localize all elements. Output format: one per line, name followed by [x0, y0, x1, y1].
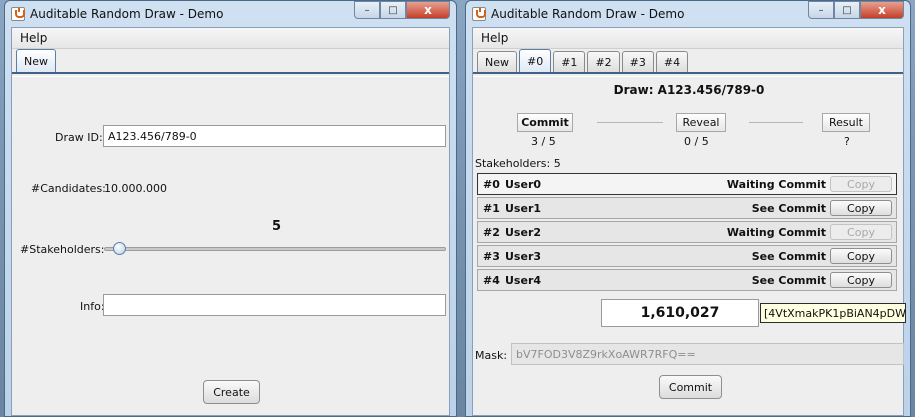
stage-connector	[749, 122, 803, 123]
menu-help[interactable]: Help	[477, 31, 512, 45]
copy-button[interactable]: Copy	[830, 200, 892, 216]
mask-field: bV7FOD3V8Z9rkXoAWR7RFQ==	[511, 343, 904, 365]
stakeholder-index: #2	[483, 225, 500, 239]
close-button[interactable]: x	[406, 1, 450, 19]
stakeholders-slider-thumb[interactable]	[113, 242, 126, 255]
window-content: Help New #0 #1 #2 #3 #4 Draw: A123.456/7…	[472, 27, 906, 416]
info-input[interactable]	[103, 294, 446, 316]
stakeholder-row[interactable]: #4 User4 See Commit Copy	[477, 269, 897, 291]
stakeholder-status: Waiting Commit	[726, 177, 826, 191]
stakeholder-row[interactable]: #0 User0 Waiting Commit Copy	[477, 173, 897, 195]
copy-button[interactable]: Copy	[830, 272, 892, 288]
menu-bar: Help	[473, 28, 903, 49]
stage-commit: Commit	[517, 113, 573, 132]
stakeholder-name: User1	[505, 201, 542, 215]
stakeholders-label: #Stakeholders:	[20, 243, 105, 256]
draw-window: Auditable Random Draw - Demo – □ x Help …	[465, 0, 911, 417]
minimize-button[interactable]: –	[808, 1, 834, 19]
mask-label: Mask:	[475, 349, 508, 362]
commit-tooltip: [4VtXmakPK1pBiAN4pDW7Pj	[760, 303, 906, 323]
stakeholder-row[interactable]: #2 User2 Waiting Commit Copy	[477, 221, 897, 243]
window-content: Help New Draw ID: A123.456/789-0 #Candid…	[11, 27, 450, 416]
maximize-button[interactable]: □	[834, 1, 860, 19]
tab-3[interactable]: #3	[621, 51, 654, 72]
tab-4[interactable]: #4	[655, 51, 689, 72]
candidates-label: #Candidates:	[31, 182, 106, 195]
stakeholder-index: #3	[483, 249, 500, 263]
tab-1[interactable]: #1	[553, 51, 586, 72]
menu-bar: Help	[12, 28, 449, 49]
java-icon	[472, 7, 486, 21]
stakeholder-status: See Commit	[751, 249, 826, 263]
window-title: Auditable Random Draw - Demo	[30, 7, 224, 21]
stakeholder-index: #1	[483, 201, 500, 215]
stakeholder-row[interactable]: #1 User1 See Commit Copy	[477, 197, 897, 219]
tab-0[interactable]: #0	[519, 49, 552, 72]
tab-new[interactable]: New	[16, 49, 56, 72]
reveal-count: 0 / 5	[684, 135, 709, 148]
result-count: ?	[844, 135, 850, 148]
commit-button[interactable]: Commit	[659, 375, 722, 399]
menu-help[interactable]: Help	[16, 31, 51, 45]
tab-bar: New	[12, 49, 449, 74]
tab-2[interactable]: #2	[587, 51, 620, 72]
stakeholder-name: User3	[505, 249, 542, 263]
draw-number-field[interactable]: 1,610,027	[601, 299, 759, 327]
info-label: Info:	[80, 300, 105, 313]
stakeholder-index: #0	[483, 177, 500, 191]
copy-button[interactable]: Copy	[830, 248, 892, 264]
maximize-button[interactable]: □	[380, 1, 406, 19]
stage-connector	[597, 122, 663, 123]
candidates-value: 10.000.000	[104, 182, 167, 195]
stakeholder-name: User4	[505, 273, 542, 287]
stakeholder-row[interactable]: #3 User3 See Commit Copy	[477, 245, 897, 267]
stakeholder-status: See Commit	[751, 273, 826, 287]
tab-new[interactable]: New	[477, 51, 517, 72]
copy-button[interactable]: Copy	[830, 176, 892, 192]
draw-panel: Draw: A123.456/789-0 Commit Reveal Resul…	[473, 76, 906, 415]
create-button[interactable]: Create	[203, 380, 260, 404]
new-draw-window: Auditable Random Draw - Demo – □ x Help …	[4, 0, 457, 417]
stakeholder-status: See Commit	[751, 201, 826, 215]
stakeholder-list: #0 User0 Waiting Commit Copy #1 User1 Se…	[477, 173, 901, 294]
draw-id-input[interactable]: A123.456/789-0	[103, 125, 446, 147]
commit-count: 3 / 5	[531, 135, 556, 148]
tab-bar: New #0 #1 #2 #3 #4	[473, 49, 903, 74]
copy-button[interactable]: Copy	[830, 224, 892, 240]
stakeholder-index: #4	[483, 273, 500, 287]
stakeholders-slider-track[interactable]	[104, 247, 446, 251]
new-draw-panel: Draw ID: A123.456/789-0 #Candidates: 10.…	[12, 76, 449, 415]
stage-reveal: Reveal	[676, 113, 726, 132]
minimize-button[interactable]: –	[354, 1, 380, 19]
stakeholders-value: 5	[272, 219, 282, 234]
stakeholders-label: Stakeholders: 5	[475, 157, 561, 170]
stage-result: Result	[822, 113, 870, 132]
stakeholder-name: User2	[505, 225, 542, 239]
stakeholder-name: User0	[505, 177, 542, 191]
close-button[interactable]: x	[860, 1, 904, 19]
java-icon	[11, 7, 25, 21]
title-bar[interactable]: Auditable Random Draw - Demo – □ x	[5, 1, 456, 27]
title-bar[interactable]: Auditable Random Draw - Demo – □ x	[466, 1, 910, 27]
window-title: Auditable Random Draw - Demo	[491, 7, 685, 21]
draw-heading: Draw: A123.456/789-0	[613, 83, 765, 97]
stakeholder-status: Waiting Commit	[726, 225, 826, 239]
draw-id-label: Draw ID:	[55, 131, 103, 144]
